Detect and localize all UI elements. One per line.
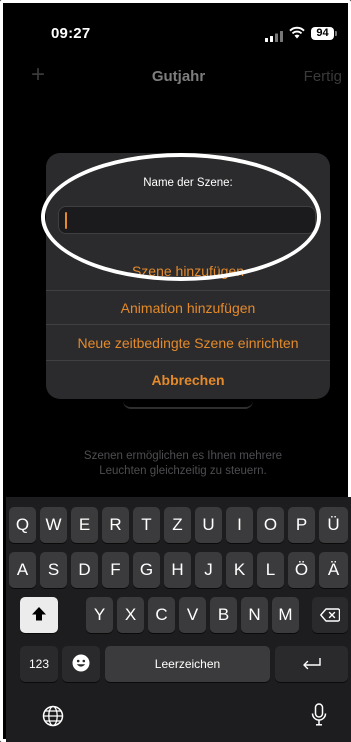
numbers-key[interactable]: 123 (20, 646, 58, 682)
scene-name-input[interactable] (58, 206, 316, 234)
screen: 09:27 94 + Gutjahr Fertig Szenen ermögli… (0, 0, 351, 742)
return-key[interactable] (275, 646, 348, 682)
shift-key[interactable] (20, 597, 58, 633)
emoji-icon (72, 654, 90, 673)
add-animation-button[interactable]: Animation hinzufügen (46, 290, 330, 325)
key-e[interactable]: E (71, 507, 98, 543)
key-o[interactable]: O (257, 507, 284, 543)
key-m[interactable]: M (272, 597, 299, 633)
space-key[interactable]: Leerzeichen (105, 646, 270, 682)
key-ae[interactable]: Ä (319, 552, 348, 588)
key-ue[interactable]: Ü (319, 507, 348, 543)
key-i[interactable]: I (226, 507, 253, 543)
key-t[interactable]: T (133, 507, 160, 543)
key-r[interactable]: R (102, 507, 129, 543)
done-button[interactable]: Fertig (304, 68, 342, 85)
key-l[interactable]: L (257, 552, 284, 588)
empty-state-hint: Szenen ermöglichen es Ihnen mehrere Leuc… (83, 450, 283, 477)
key-k[interactable]: K (226, 552, 253, 588)
battery-icon: 94 (311, 27, 337, 40)
key-a[interactable]: A (9, 552, 36, 588)
globe-icon[interactable] (41, 705, 65, 729)
signal-icon (265, 29, 283, 47)
key-g[interactable]: G (133, 552, 160, 588)
keyboard: Q W E R T Z U I O P Ü A S D F G H J K L … (6, 497, 351, 742)
backspace-icon (320, 605, 341, 624)
key-u[interactable]: U (195, 507, 222, 543)
timed-scene-button[interactable]: Neue zeitbedingte Szene einrichten (46, 324, 330, 361)
key-oe[interactable]: Ö (288, 552, 315, 588)
status-bar: 09:27 94 (3, 3, 351, 53)
key-v[interactable]: V (179, 597, 206, 633)
shift-icon (31, 605, 47, 624)
key-s[interactable]: S (40, 552, 67, 588)
key-q[interactable]: Q (9, 507, 36, 543)
scene-name-alert: Name der Szene: Szene hinzufügen Animati… (46, 153, 330, 399)
key-f[interactable]: F (102, 552, 129, 588)
key-w[interactable]: W (40, 507, 67, 543)
backspace-key[interactable] (312, 597, 348, 633)
status-time: 09:27 (51, 25, 91, 42)
add-scene-button[interactable]: Szene hinzufügen (46, 255, 330, 287)
key-h[interactable]: H (164, 552, 191, 588)
emoji-key[interactable] (62, 646, 100, 682)
background-sheet-edge (123, 400, 253, 409)
key-y[interactable]: Y (86, 597, 113, 633)
cancel-button[interactable]: Abbrechen (46, 360, 330, 399)
key-n[interactable]: N (241, 597, 268, 633)
key-z[interactable]: Z (164, 507, 191, 543)
nav-bar: + Gutjahr Fertig (3, 58, 351, 98)
key-d[interactable]: D (71, 552, 98, 588)
page-title: Gutjahr (151, 68, 206, 85)
key-c[interactable]: C (148, 597, 175, 633)
wifi-icon (289, 26, 305, 44)
key-j[interactable]: J (195, 552, 222, 588)
key-x[interactable]: X (117, 597, 144, 633)
alert-title: Name der Szene: (143, 177, 233, 189)
microphone-icon[interactable] (310, 703, 328, 729)
key-b[interactable]: B (210, 597, 237, 633)
text-caret (65, 212, 67, 229)
key-p[interactable]: P (288, 507, 315, 543)
return-icon (301, 654, 323, 673)
